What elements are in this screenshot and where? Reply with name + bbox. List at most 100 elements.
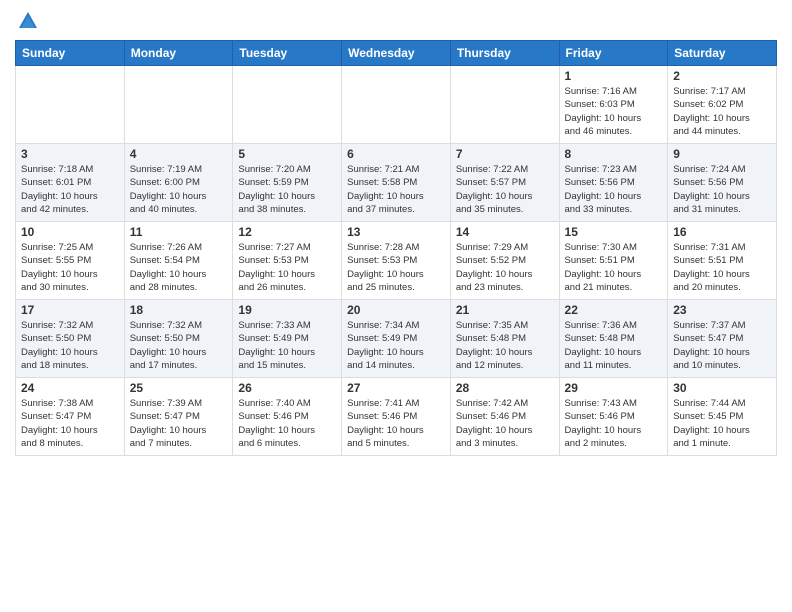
day-number: 21 [456, 303, 554, 317]
day-info: Sunrise: 7:36 AMSunset: 5:48 PMDaylight:… [565, 319, 663, 372]
day-number: 20 [347, 303, 445, 317]
calendar-cell: 16Sunrise: 7:31 AMSunset: 5:51 PMDayligh… [668, 222, 777, 300]
day-number: 9 [673, 147, 771, 161]
weekday-header-sunday: Sunday [16, 41, 125, 66]
day-info: Sunrise: 7:35 AMSunset: 5:48 PMDaylight:… [456, 319, 554, 372]
calendar-cell: 20 Sunrise: 7:34 AMSunset: 5:49 PMDayligh… [342, 300, 451, 378]
calendar-cell: 13 Sunrise: 7:28 AMSunset: 5:53 PMDayligh… [342, 222, 451, 300]
day-info: Sunrise: 7:27 AMSunset: 5:53 PMDaylight:… [238, 241, 336, 294]
day-info: Sunrise: 7:16 AMSunset: 6:03 PMDaylight:… [565, 85, 663, 138]
calendar-cell: 17Sunrise: 7:32 AMSunset: 5:50 PMDayligh… [16, 300, 125, 378]
day-number: 23 [673, 303, 771, 317]
calendar-cell: 19Sunrise: 7:33 AMSunset: 5:49 PMDayligh… [233, 300, 342, 378]
day-info: Sunrise: 7:43 AMSunset: 5:46 PMDaylight:… [565, 397, 663, 450]
calendar-table: SundayMondayTuesdayWednesdayThursdayFrid… [15, 40, 777, 456]
day-number: 15 [565, 225, 663, 239]
day-info: Sunrise: 7:39 AMSunset: 5:47 PMDaylight:… [130, 397, 228, 450]
calendar-cell [124, 66, 233, 144]
calendar-cell: 2 Sunrise: 7:17 AMSunset: 6:02 PMDaylight… [668, 66, 777, 144]
logo [15, 10, 41, 32]
weekday-header-saturday: Saturday [668, 41, 777, 66]
day-number: 2 [673, 69, 771, 83]
calendar-cell: 10 Sunrise: 7:25 AMSunset: 5:55 PMDayligh… [16, 222, 125, 300]
day-number: 26 [238, 381, 336, 395]
calendar-cell: 5 Sunrise: 7:20 AMSunset: 5:59 PMDaylight… [233, 144, 342, 222]
weekday-header-row: SundayMondayTuesdayWednesdayThursdayFrid… [16, 41, 777, 66]
day-number: 4 [130, 147, 228, 161]
day-number: 5 [238, 147, 336, 161]
calendar-cell: 9 Sunrise: 7:24 AMSunset: 5:56 PMDaylight… [668, 144, 777, 222]
day-info: Sunrise: 7:32 AMSunset: 5:50 PMDaylight:… [130, 319, 228, 372]
day-number: 28 [456, 381, 554, 395]
page: SundayMondayTuesdayWednesdayThursdayFrid… [0, 0, 792, 612]
weekday-header-monday: Monday [124, 41, 233, 66]
day-number: 27 [347, 381, 445, 395]
day-info: Sunrise: 7:40 AMSunset: 5:46 PMDaylight:… [238, 397, 336, 450]
calendar-cell: 18 Sunrise: 7:32 AMSunset: 5:50 PMDayligh… [124, 300, 233, 378]
day-info: Sunrise: 7:38 AMSunset: 5:47 PMDaylight:… [21, 397, 119, 450]
calendar-cell: 25 Sunrise: 7:39 AMSunset: 5:47 PMDayligh… [124, 378, 233, 456]
calendar-cell: 26 Sunrise: 7:40 AMSunset: 5:46 PMDayligh… [233, 378, 342, 456]
day-number: 11 [130, 225, 228, 239]
day-info: Sunrise: 7:23 AMSunset: 5:56 PMDaylight:… [565, 163, 663, 216]
day-info: Sunrise: 7:28 AMSunset: 5:53 PMDaylight:… [347, 241, 445, 294]
calendar-cell [342, 66, 451, 144]
week-row-2: 3Sunrise: 7:18 AMSunset: 6:01 PMDaylight… [16, 144, 777, 222]
header [15, 10, 777, 32]
day-info: Sunrise: 7:20 AMSunset: 5:59 PMDaylight:… [238, 163, 336, 216]
day-info: Sunrise: 7:25 AMSunset: 5:55 PMDaylight:… [21, 241, 119, 294]
day-info: Sunrise: 7:30 AMSunset: 5:51 PMDaylight:… [565, 241, 663, 294]
day-number: 25 [130, 381, 228, 395]
day-info: Sunrise: 7:18 AMSunset: 6:01 PMDaylight:… [21, 163, 119, 216]
day-number: 7 [456, 147, 554, 161]
calendar-cell: 29Sunrise: 7:43 AMSunset: 5:46 PMDayligh… [559, 378, 668, 456]
day-info: Sunrise: 7:42 AMSunset: 5:46 PMDaylight:… [456, 397, 554, 450]
weekday-header-tuesday: Tuesday [233, 41, 342, 66]
calendar-cell: 4Sunrise: 7:19 AMSunset: 6:00 PMDaylight… [124, 144, 233, 222]
weekday-header-wednesday: Wednesday [342, 41, 451, 66]
calendar-cell: 22 Sunrise: 7:36 AMSunset: 5:48 PMDayligh… [559, 300, 668, 378]
day-number: 30 [673, 381, 771, 395]
day-info: Sunrise: 7:34 AMSunset: 5:49 PMDaylight:… [347, 319, 445, 372]
calendar-cell: 8Sunrise: 7:23 AMSunset: 5:56 PMDaylight… [559, 144, 668, 222]
logo-icon [17, 10, 39, 32]
day-number: 24 [21, 381, 119, 395]
day-number: 18 [130, 303, 228, 317]
day-number: 6 [347, 147, 445, 161]
calendar-cell: 14Sunrise: 7:29 AMSunset: 5:52 PMDayligh… [450, 222, 559, 300]
day-info: Sunrise: 7:37 AMSunset: 5:47 PMDaylight:… [673, 319, 771, 372]
day-info: Sunrise: 7:33 AMSunset: 5:49 PMDaylight:… [238, 319, 336, 372]
day-info: Sunrise: 7:17 AMSunset: 6:02 PMDaylight:… [673, 85, 771, 138]
weekday-header-thursday: Thursday [450, 41, 559, 66]
day-info: Sunrise: 7:22 AMSunset: 5:57 PMDaylight:… [456, 163, 554, 216]
week-row-4: 17 Sunrise: 7:32 AMSunset: 5:50 PMDayligh… [16, 300, 777, 378]
calendar-cell: 15 Sunrise: 7:30 AMSunset: 5:51 PMDayligh… [559, 222, 668, 300]
calendar-cell: 28 Sunrise: 7:42 AMSunset: 5:46 PMDayligh… [450, 378, 559, 456]
day-number: 22 [565, 303, 663, 317]
day-number: 10 [21, 225, 119, 239]
week-row-5: 24 Sunrise: 7:38 AMSunset: 5:47 PMDayligh… [16, 378, 777, 456]
day-number: 13 [347, 225, 445, 239]
calendar-cell: 21 Sunrise: 7:35 AMSunset: 5:48 PMDayligh… [450, 300, 559, 378]
calendar-cell: 7 Sunrise: 7:22 AMSunset: 5:57 PMDaylight… [450, 144, 559, 222]
day-info: Sunrise: 7:44 AMSunset: 5:45 PMDaylight:… [673, 397, 771, 450]
day-info: Sunrise: 7:26 AMSunset: 5:54 PMDaylight:… [130, 241, 228, 294]
calendar-cell [450, 66, 559, 144]
day-number: 1 [565, 69, 663, 83]
calendar-cell: 12 Sunrise: 7:27 AMSunset: 5:53 PMDayligh… [233, 222, 342, 300]
calendar-cell: 23 Sunrise: 7:37 AMSunset: 5:47 PMDayligh… [668, 300, 777, 378]
calendar-cell: 24 Sunrise: 7:38 AMSunset: 5:47 PMDayligh… [16, 378, 125, 456]
calendar-cell: 30 Sunrise: 7:44 AMSunset: 5:45 PMDayligh… [668, 378, 777, 456]
calendar-cell: 6 Sunrise: 7:21 AMSunset: 5:58 PMDaylight… [342, 144, 451, 222]
day-number: 12 [238, 225, 336, 239]
day-info: Sunrise: 7:31 AMSunset: 5:51 PMDaylight:… [673, 241, 771, 294]
day-number: 17 [21, 303, 119, 317]
day-info: Sunrise: 7:29 AMSunset: 5:52 PMDaylight:… [456, 241, 554, 294]
calendar-cell [16, 66, 125, 144]
week-row-1: 1 Sunrise: 7:16 AMSunset: 6:03 PMDaylight… [16, 66, 777, 144]
day-info: Sunrise: 7:24 AMSunset: 5:56 PMDaylight:… [673, 163, 771, 216]
calendar-cell [233, 66, 342, 144]
calendar-cell: 1 Sunrise: 7:16 AMSunset: 6:03 PMDaylight… [559, 66, 668, 144]
week-row-3: 10 Sunrise: 7:25 AMSunset: 5:55 PMDayligh… [16, 222, 777, 300]
day-info: Sunrise: 7:21 AMSunset: 5:58 PMDaylight:… [347, 163, 445, 216]
